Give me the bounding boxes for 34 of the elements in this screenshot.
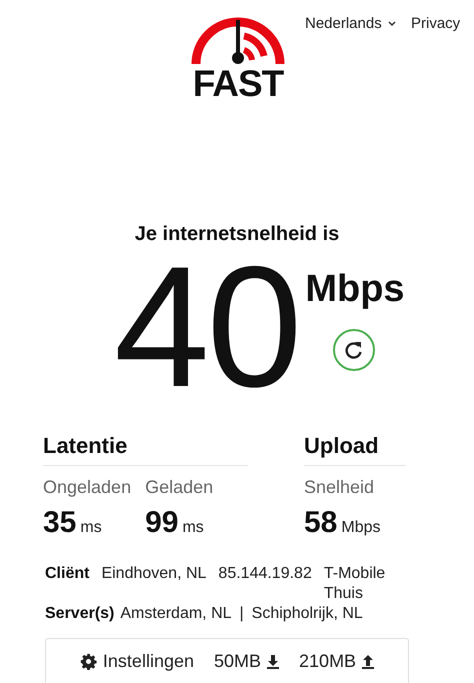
fast-logo[interactable]: FAST	[190, 6, 286, 102]
metric-unit: ms	[80, 520, 102, 536]
client-label: Cliënt	[45, 564, 90, 584]
client-location: Eindhoven, NL	[101, 564, 206, 584]
metric-value: 99	[145, 508, 178, 538]
chevron-down-icon	[388, 21, 396, 28]
metric-value: 35	[43, 508, 76, 538]
refresh-icon	[344, 340, 364, 360]
section-title: Upload	[304, 435, 406, 466]
client-isp: T-Mobile Thuis	[324, 564, 386, 604]
metric-label: Ongeladen	[43, 478, 132, 496]
download-icon	[267, 654, 280, 668]
metric-label: Geladen	[145, 478, 214, 496]
server-location: Amsterdam, NL	[120, 604, 232, 624]
speed-value: 40	[114, 252, 300, 402]
server-label: Server(s)	[45, 604, 114, 624]
separator: |	[238, 604, 245, 624]
metric-unit: Mbps	[341, 520, 380, 536]
client-ip: 85.144.19.82	[218, 564, 312, 584]
server-location: Schipholrijk, NL	[252, 604, 363, 624]
speed-heading: Je internetsnelheid is	[134, 224, 340, 244]
settings-button[interactable]: Instellingen	[80, 648, 194, 675]
language-dropdown[interactable]: Nederlands	[305, 13, 396, 36]
upload-icon	[362, 654, 374, 668]
download-size: 50MB	[214, 650, 262, 673]
privacy-link[interactable]: Privacy	[411, 13, 460, 36]
metric-unit: ms	[182, 520, 204, 536]
metric-value: 58	[304, 508, 338, 538]
settings-icon	[80, 653, 97, 670]
speed-unit: Mbps	[305, 270, 405, 308]
section-title: Latentie	[43, 435, 248, 466]
metric-label: Snelheid	[304, 478, 376, 496]
upload-size: 210MB	[299, 650, 356, 673]
refresh-button[interactable]	[333, 329, 376, 371]
